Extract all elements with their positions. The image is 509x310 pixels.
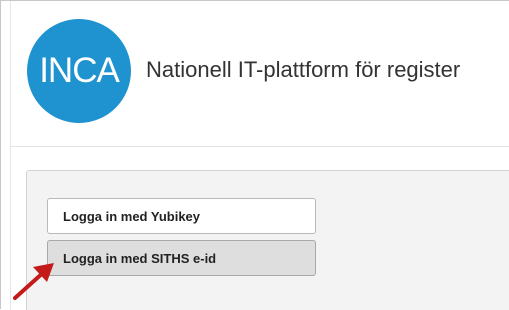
site-title: Nationell IT-plattform för register xyxy=(146,57,461,82)
login-panel: Logga in med Yubikey Logga in med SITHS … xyxy=(26,170,509,310)
browser-viewport: INCA Nationell IT-plattform för register… xyxy=(0,0,509,310)
page-edge-line xyxy=(10,1,11,310)
header-divider xyxy=(11,146,509,147)
site-header: INCA Nationell IT-plattform för register xyxy=(27,19,509,129)
inca-logo[interactable]: INCA xyxy=(27,19,131,123)
login-yubikey-button[interactable]: Logga in med Yubikey xyxy=(47,198,316,234)
login-siths-button[interactable]: Logga in med SITHS e-id xyxy=(47,240,316,276)
logo-text: INCA xyxy=(39,51,120,90)
